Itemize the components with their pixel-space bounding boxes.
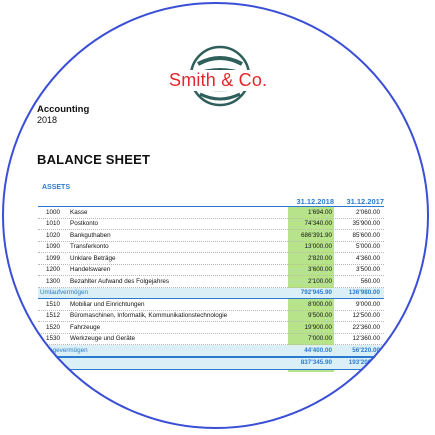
value-previous: 3'500.00 (356, 266, 380, 273)
value-previous: 2'060.00 (356, 208, 380, 216)
value-previous: 56'220.00 (352, 346, 380, 354)
account-number: 1510 (46, 300, 61, 308)
accounting-title: Accounting (37, 104, 90, 115)
table-row: 1090 Transferkonto 13'000.00 5'000.00 (38, 242, 384, 253)
value-previous: 35'900.00 (352, 220, 380, 227)
page-title: BALANCE SHEET (37, 152, 151, 167)
value-previous: 193'200.00 (348, 359, 380, 366)
value-previous: 12'360.00 (352, 335, 380, 342)
value-current: 792'945.90 (300, 289, 332, 296)
table-row: 1300 Bezahlter Aufwand des Folgejahres 2'1… (38, 276, 384, 288)
account-name: Anlagevermögen (40, 346, 88, 354)
account-name: Bankguthaben (70, 231, 111, 239)
value-previous: 22'360.00 (352, 323, 380, 331)
value-current: 19'900.00 (304, 323, 332, 331)
total-row: 837'345.90 193'200.00 (38, 356, 384, 370)
value-current: 74'340.00 (304, 220, 332, 227)
value-current: 2'820.00 (308, 254, 332, 262)
account-number: 1020 (46, 231, 61, 239)
account-number: 1300 (46, 277, 61, 285)
account-name: Fahrzeuge (70, 323, 101, 331)
account-name: Unklare Beträge (70, 254, 116, 262)
table-row: 1520 Fahrzeuge 19'900.00 22'360.00 (38, 322, 384, 334)
column-header-current: 31.12.2018 (296, 197, 334, 206)
account-number: 1512 (46, 312, 61, 319)
account-number: 1530 (46, 335, 61, 342)
value-previous: 4'360.00 (356, 254, 380, 262)
account-number: 1010 (46, 220, 61, 227)
value-current: 13'000.00 (304, 243, 332, 250)
account-name: Büromaschinen, Informatik, Kommunikation… (70, 312, 228, 319)
account-name: Transferkonto (70, 243, 109, 250)
value-current: 1'694.00 (308, 208, 332, 216)
account-name: Umlaufvermögen (40, 289, 88, 296)
account-number: 1200 (46, 266, 61, 273)
document-page: Smith & Co. Accounting 2018 BALANCE SHEE… (2, 2, 429, 429)
value-previous: 136'980.00 (348, 289, 380, 296)
table-row: 1020 Bankguthaben 686'391.90 85'600.00 (38, 230, 384, 242)
value-previous: 85'600.00 (352, 231, 380, 239)
company-name: Smith & Co. (166, 70, 271, 91)
column-header-previous: 31.12.2017 (346, 197, 384, 206)
table-row: 1200 Handelswaren 3'600.00 3'500.00 (38, 265, 384, 276)
account-number: 1099 (46, 254, 61, 262)
account-name: Bezahlter Aufwand des Folgejahres (70, 277, 170, 285)
value-current: 9'500.00 (308, 312, 332, 319)
account-number: 1090 (46, 243, 61, 250)
table-row: 1099 Unklare Beträge 2'820.00 4'360.00 (38, 253, 384, 265)
account-number: 1520 (46, 323, 61, 331)
value-current: 2'100.00 (308, 277, 332, 285)
table-row: 1000 Kasse 1'694.00 2'060.00 (38, 207, 384, 219)
value-previous: 560.00 (360, 277, 380, 285)
value-previous: 5'000.00 (356, 243, 380, 250)
value-current: 837'345.90 (300, 359, 332, 366)
account-name: Kasse (70, 208, 88, 216)
account-name: Mobiliar und Einrichtungen (70, 300, 145, 308)
account-name: Postkonto (70, 220, 99, 227)
accounting-year: 2018 (37, 115, 58, 125)
subtotal-row: Umlaufvermögen 792'945.90 136'980.00 (38, 287, 384, 299)
account-name: Werkzeuge und Geräte (70, 335, 135, 342)
magnifier-lens: Smith & Co. Accounting 2018 BALANCE SHEE… (2, 2, 429, 429)
account-name: Handelswaren (70, 266, 111, 273)
value-current: 3'600.00 (308, 266, 332, 273)
balance-table: 1000 Kasse 1'694.00 2'060.00 1010 Postkonto 74… (38, 207, 384, 370)
table-row: 1010 Postkonto 74'340.00 35'900.00 (38, 219, 384, 230)
table-row: 1530 Werkzeuge und Geräte 7'000.00 12'360.0… (38, 334, 384, 345)
section-label: ASSETS (42, 184, 71, 191)
value-current: 44'400.00 (304, 346, 332, 354)
account-number: 1000 (46, 208, 61, 216)
value-current: 8'000.00 (308, 300, 332, 308)
value-current: 686'391.90 (301, 231, 332, 239)
value-current: 7'000.00 (308, 335, 332, 342)
value-previous: 12'500.00 (352, 312, 380, 319)
table-row: 1512 Büromaschinen, Informatik, Kommunika… (38, 311, 384, 322)
table-row: 1510 Mobiliar und Einrichtungen 8'000.00 9'… (38, 299, 384, 311)
value-previous: 9'000.00 (356, 300, 380, 308)
subtotal-row: Anlagevermögen 44'400.00 56'220.00 (38, 345, 384, 357)
